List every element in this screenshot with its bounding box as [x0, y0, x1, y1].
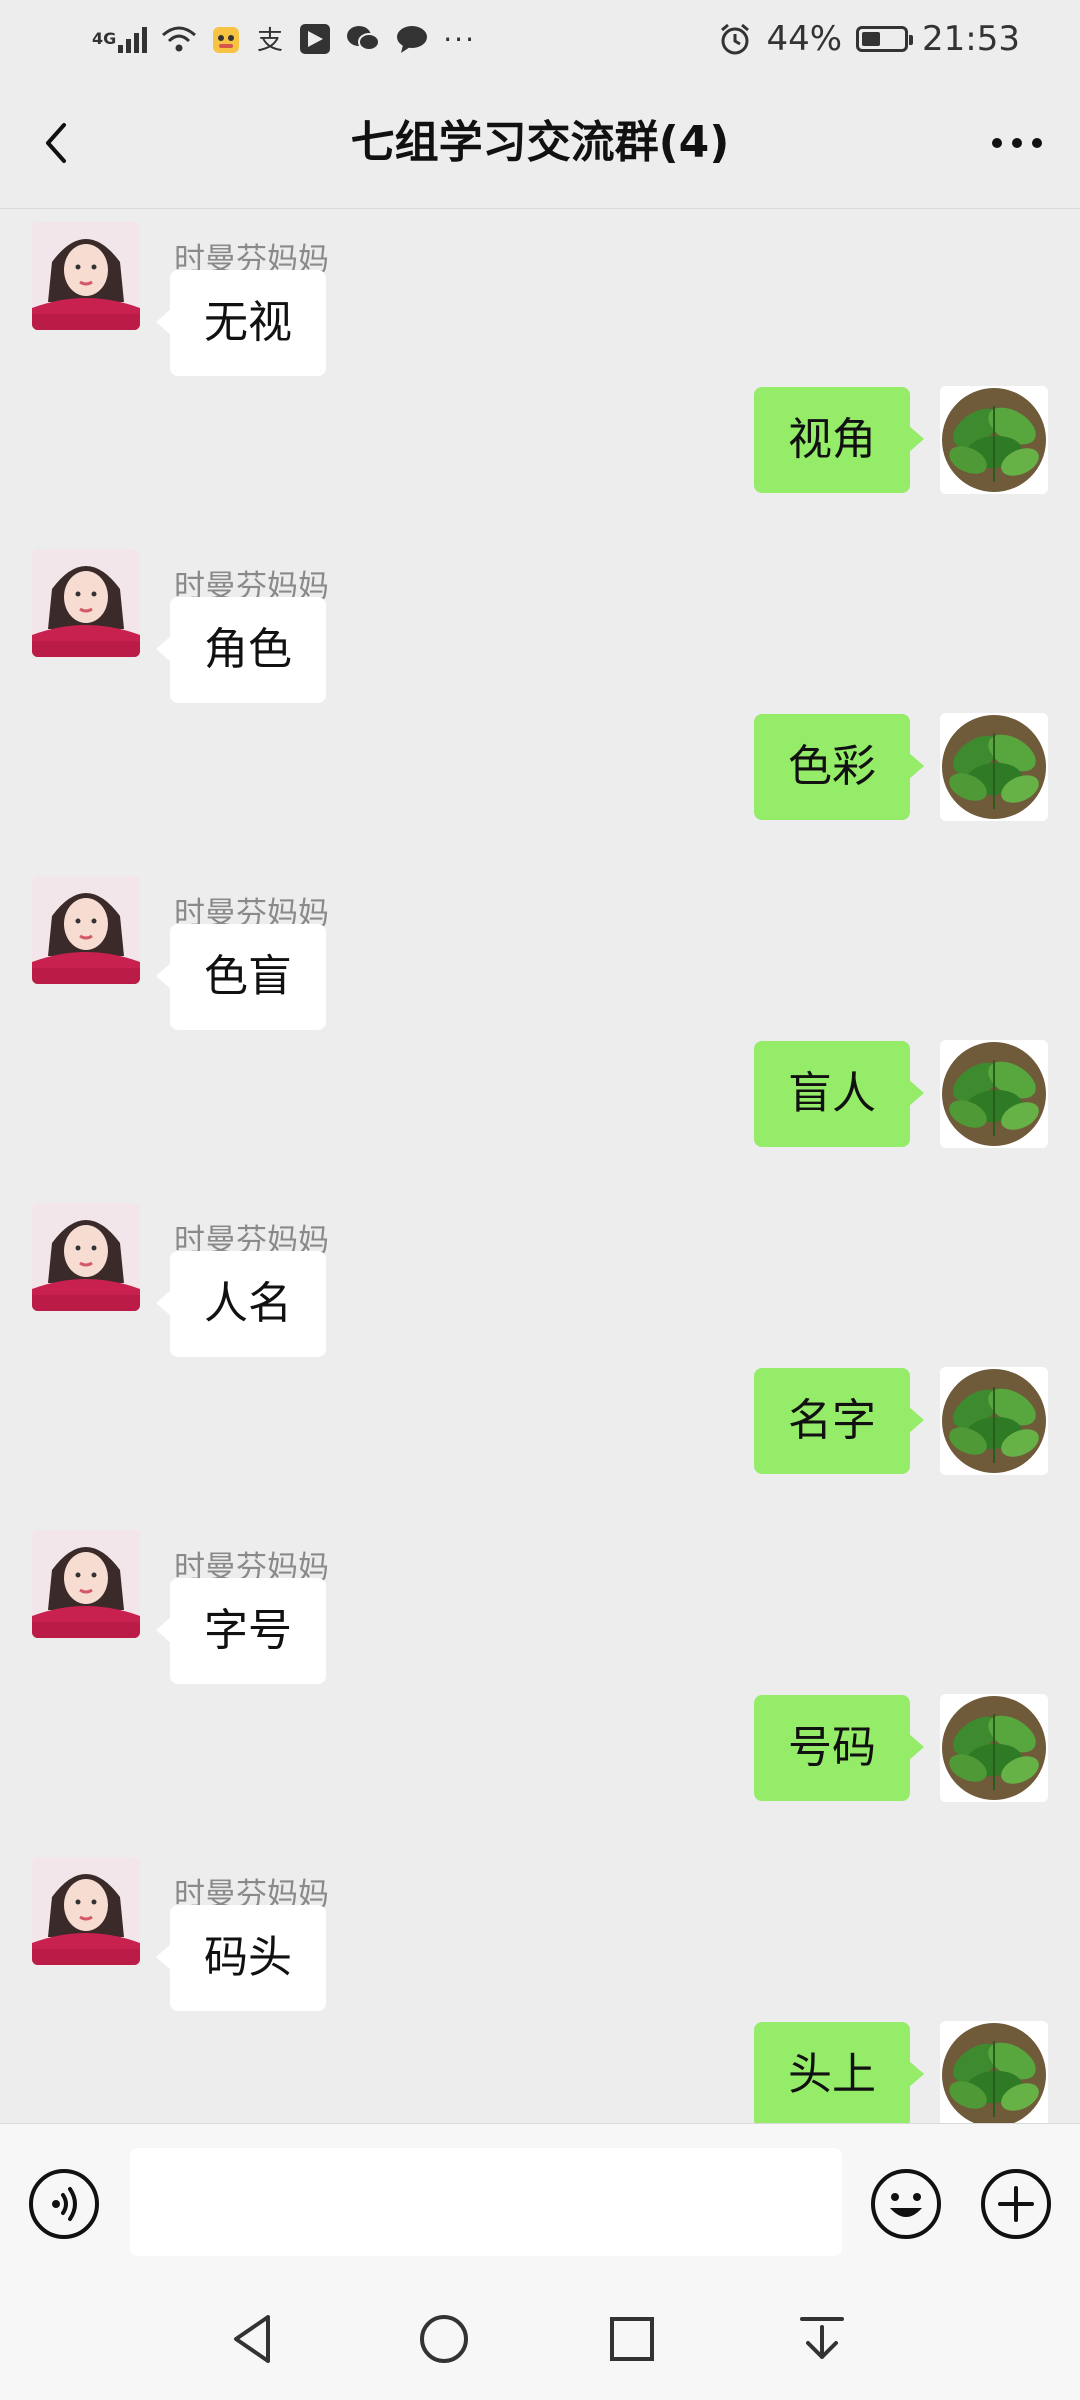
square-recents-icon: [610, 2317, 654, 2361]
sender-avatar[interactable]: [32, 1530, 140, 1638]
input-bar: [0, 2123, 1080, 2280]
pull-down-icon: [800, 2317, 844, 2359]
incoming-message: 时曼芬妈妈 色盲: [0, 876, 1080, 1036]
battery-icon: [856, 26, 914, 52]
my-avatar[interactable]: [940, 712, 1048, 821]
message-bubble[interactable]: 字号: [156, 1578, 326, 1684]
my-avatar[interactable]: [940, 1039, 1048, 1148]
outgoing-message: 名字: [0, 1366, 1080, 1527]
message-bubble[interactable]: 名字: [754, 1367, 924, 1474]
feishu-icon: [299, 23, 331, 55]
more-notifications-indicator: ···: [443, 22, 476, 56]
outgoing-message: 盲人: [0, 1039, 1080, 1200]
wechat-icon: [345, 24, 381, 54]
circle-home-icon: [420, 2315, 468, 2363]
network-label: 4G: [92, 29, 117, 48]
message-bubble[interactable]: 色盲: [156, 924, 326, 1030]
message-icon: [395, 24, 429, 54]
emoji-button[interactable]: [870, 2168, 942, 2240]
message-bubble[interactable]: 角色: [156, 597, 326, 703]
sender-avatar[interactable]: [32, 1203, 140, 1311]
my-avatar[interactable]: [940, 2020, 1048, 2123]
status-left: 4G 支 ···: [92, 23, 476, 56]
ellipsis-icon: [992, 138, 1042, 148]
qq-pet-icon: [211, 23, 241, 55]
system-back-button[interactable]: [222, 2307, 286, 2371]
message-input[interactable]: [130, 2148, 842, 2256]
system-notification-button[interactable]: [790, 2307, 854, 2371]
message-bubble[interactable]: 码头: [156, 1905, 326, 2011]
voice-icon: [29, 2169, 99, 2239]
outgoing-message: 头上: [0, 2020, 1080, 2123]
alipay-icon: 支: [255, 24, 285, 54]
incoming-message: 时曼芬妈妈 无视: [0, 222, 1080, 382]
system-recents-button[interactable]: [600, 2307, 664, 2371]
sender-avatar[interactable]: [32, 222, 140, 330]
more-options-button[interactable]: [982, 113, 1052, 173]
wifi-icon: [161, 25, 197, 53]
message-bubble[interactable]: 无视: [156, 270, 326, 376]
page-title: 七组学习交流群(4): [350, 117, 730, 168]
incoming-message: 时曼芬妈妈 人名: [0, 1203, 1080, 1363]
sender-avatar[interactable]: [32, 1857, 140, 1965]
outgoing-message: 号码: [0, 1693, 1080, 1854]
status-right: 44% 21:53: [718, 19, 1020, 59]
message-bubble[interactable]: 盲人: [754, 1040, 924, 1147]
my-avatar[interactable]: [940, 385, 1048, 494]
incoming-message: 时曼芬妈妈 角色: [0, 549, 1080, 709]
chat-header: 七组学习交流群(4): [0, 78, 1080, 209]
status-bar: 4G 支 ··· 44% 21:53: [0, 0, 1080, 78]
more-functions-button[interactable]: [980, 2168, 1052, 2240]
incoming-message: 时曼芬妈妈 字号: [0, 1530, 1080, 1690]
plus-icon: [981, 2169, 1051, 2239]
my-avatar[interactable]: [940, 1366, 1048, 1475]
system-navigation-bar: [0, 2279, 1080, 2400]
my-avatar[interactable]: [940, 1693, 1048, 1802]
triangle-back-icon: [234, 2315, 270, 2363]
incoming-message: 时曼芬妈妈 码头: [0, 1857, 1080, 2017]
network-type-icon: 4G: [92, 25, 148, 53]
message-bubble[interactable]: 色彩: [754, 713, 924, 820]
message-bubble[interactable]: 号码: [754, 1694, 924, 1801]
sender-avatar[interactable]: [32, 549, 140, 657]
outgoing-message: 视角: [0, 385, 1080, 546]
svg-text:支: 支: [257, 26, 283, 54]
outgoing-message: 色彩: [0, 712, 1080, 873]
message-bubble[interactable]: 头上: [754, 2021, 924, 2123]
message-list[interactable]: 时曼芬妈妈 无视 视角时曼芬妈妈 角色 色彩时曼芬妈妈 色盲 盲人时曼芬妈妈 人名 名字时曼芬妈…: [0, 208, 1080, 2123]
alarm-icon: [718, 22, 752, 56]
emoji-icon: [871, 2169, 941, 2239]
battery-percent: 44%: [766, 19, 843, 59]
sender-avatar[interactable]: [32, 876, 140, 984]
message-bubble[interactable]: 视角: [754, 386, 924, 493]
voice-input-button[interactable]: [28, 2168, 100, 2240]
system-home-button[interactable]: [412, 2307, 476, 2371]
message-bubble[interactable]: 人名: [156, 1251, 326, 1357]
clock-time: 21:53: [922, 19, 1020, 59]
